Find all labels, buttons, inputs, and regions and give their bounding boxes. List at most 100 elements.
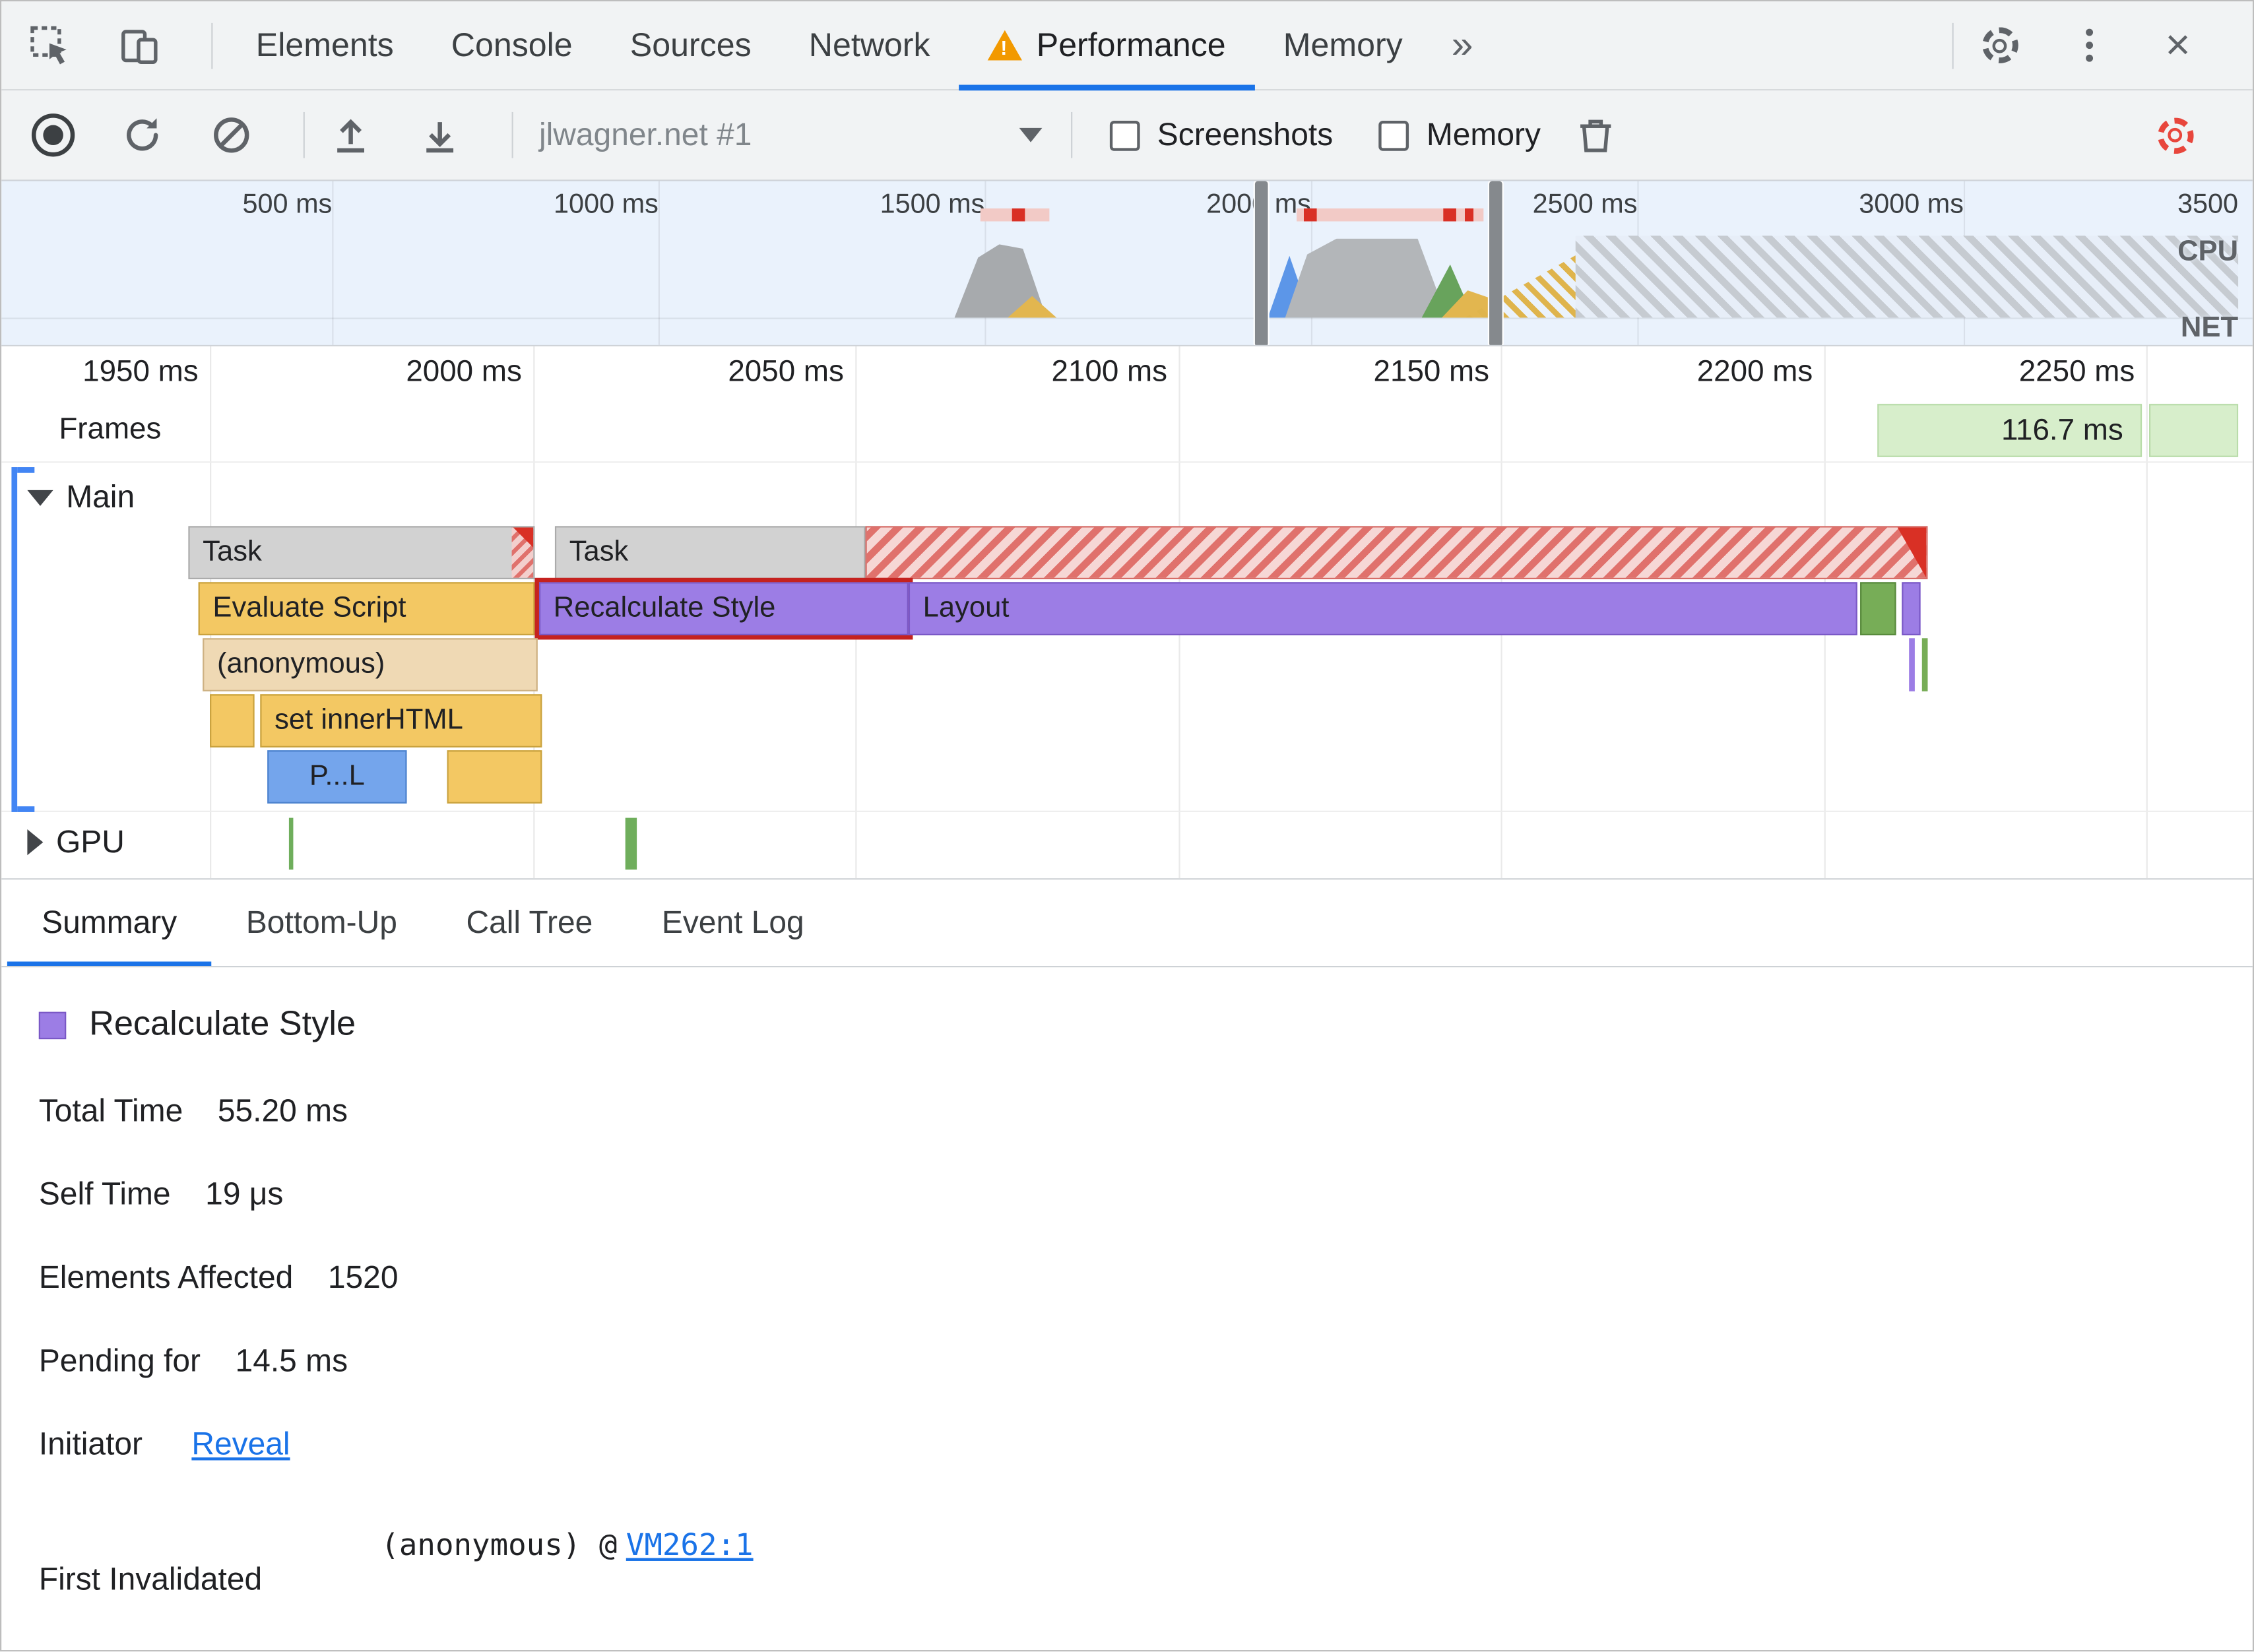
anonymous-call-bar[interactable]: (anonymous) (203, 638, 538, 691)
memory-toggle[interactable]: Memory (1378, 116, 1541, 154)
capture-settings-gear-icon (2156, 117, 2193, 154)
overview-tick: 2000 ms (1206, 189, 1311, 220)
ruler-tick: 1950 ms (82, 355, 199, 389)
profile-select-value: jlwagner.net #1 (538, 116, 752, 152)
tab-event-log[interactable]: Event Log (628, 879, 839, 966)
tab-label: Event Log (661, 904, 804, 940)
record-button[interactable] (22, 101, 85, 170)
tab-console[interactable]: Console (422, 1, 601, 90)
bar-label: Task (569, 536, 629, 568)
flame-chart[interactable]: 1950 ms 2000 ms 2050 ms 2100 ms 2150 ms … (1, 346, 2253, 879)
chevron-down-icon (1019, 127, 1043, 143)
gear-icon (1981, 27, 2018, 63)
inspect-element-button[interactable] (18, 11, 82, 80)
row-label: First Invalidated (38, 1560, 263, 1597)
cpu-hatch-gray (1575, 236, 2239, 318)
main-track-label: Main (66, 478, 135, 515)
bar-label: set innerHTML (274, 704, 463, 736)
layout-bar[interactable]: Layout (908, 582, 1857, 635)
ruler-tick: 2200 ms (1696, 355, 1813, 389)
selection-handle-right[interactable] (1489, 181, 1502, 345)
tab-elements[interactable]: Elements (227, 1, 422, 90)
gridline (332, 181, 334, 345)
tab-network[interactable]: Network (780, 1, 959, 90)
screenshots-label: Screenshots (1157, 116, 1334, 152)
main-menu-button[interactable] (2057, 11, 2121, 80)
row-value: 1520 (327, 1259, 399, 1295)
close-devtools-button[interactable]: × (2146, 11, 2210, 80)
task-bar[interactable]: Task (554, 526, 866, 579)
task-bar[interactable]: Task (188, 526, 535, 579)
gpu-track-label: GPU (55, 823, 125, 860)
summary-row-first-invalidated: First Invalidated (anonymous) @ VM262:1 (39, 1528, 2253, 1596)
tab-label: Performance (1036, 26, 1226, 63)
parse-html-bar[interactable]: P...L (267, 750, 407, 804)
tab-performance[interactable]: ! Performance (959, 1, 1254, 90)
separator (511, 111, 513, 158)
device-toolbar-icon (121, 29, 158, 63)
tab-sources[interactable]: Sources (601, 1, 780, 90)
bar-label: Recalculate Style (553, 592, 776, 624)
source-location-link[interactable]: VM262:1 (626, 1528, 754, 1562)
overview-tick: 3500 (2177, 189, 2239, 220)
capture-settings-button[interactable] (2143, 101, 2206, 170)
separator (211, 22, 213, 69)
tab-label: Summary (42, 904, 177, 940)
gpu-activity-bar[interactable] (625, 817, 637, 870)
screenshots-toggle[interactable]: Screenshots (1109, 116, 1334, 154)
frame-duration-bar[interactable] (2149, 404, 2239, 457)
details-tab-bar: Summary Bottom-Up Call Tree Event Log (1, 878, 2253, 968)
cpu-net-divider (1, 317, 2253, 319)
reveal-link[interactable]: Reveal (191, 1426, 290, 1461)
script-bar-small[interactable] (210, 694, 255, 747)
recalculate-style-bar-selected[interactable]: Recalculate Style (534, 577, 913, 640)
gpu-activity-bar[interactable] (288, 817, 294, 870)
row-label: Initiator (38, 1426, 143, 1462)
frame-duration-bar[interactable]: 116.7 ms (1877, 404, 2142, 457)
record-icon (31, 113, 75, 157)
selection-handle-left[interactable] (1254, 181, 1268, 345)
long-task-bar[interactable] (865, 526, 1928, 579)
set-innerhtml-bar[interactable]: set innerHTML (260, 694, 542, 747)
tab-memory[interactable]: Memory (1254, 1, 1431, 90)
evaluate-script-bar[interactable]: Evaluate Script (198, 582, 535, 635)
main-track-header[interactable]: Main (27, 478, 135, 516)
inspect-cursor-icon (30, 25, 67, 64)
sliver-bar[interactable] (1921, 638, 1928, 691)
separator (1952, 22, 1954, 69)
ruler-tick: 2250 ms (2018, 355, 2135, 389)
row-value: 55.20 ms (217, 1092, 348, 1129)
overview-tick: 1500 ms (880, 189, 985, 220)
longtask-corner-icon (1897, 527, 1927, 578)
garbage-collect-button[interactable] (1564, 101, 1627, 170)
load-profile-button[interactable] (319, 101, 383, 170)
separator (1071, 111, 1073, 158)
bar-label: Evaluate Script (212, 592, 406, 624)
timeline-overview[interactable]: 500 ms 1000 ms 1500 ms 2000 ms 2500 ms 3… (1, 181, 2253, 347)
tab-bottom-up[interactable]: Bottom-Up (212, 879, 432, 966)
profile-select[interactable]: jlwagner.net #1 (528, 116, 1057, 154)
trash-icon (1580, 119, 1611, 152)
settings-button[interactable] (1968, 11, 2032, 80)
event-color-swatch (38, 1011, 67, 1039)
tab-label: Memory (1283, 26, 1403, 63)
more-tabs-button[interactable]: » (1431, 23, 1493, 68)
clear-button[interactable] (200, 101, 263, 170)
sliver-bar[interactable] (1909, 638, 1915, 691)
save-profile-button[interactable] (408, 101, 472, 170)
style-bar-small[interactable] (1902, 582, 1921, 635)
screenshots-checkbox[interactable] (1109, 119, 1140, 150)
device-toolbar-button[interactable] (108, 11, 171, 80)
tab-summary[interactable]: Summary (7, 879, 212, 967)
overview-tick: 1000 ms (554, 189, 659, 220)
script-bar-small[interactable] (447, 750, 542, 804)
cpu-hatch-yellow (1464, 253, 1580, 318)
gpu-track-header[interactable]: GPU (27, 823, 125, 861)
upload-icon (337, 119, 365, 153)
devtools-tab-bar: Elements Console Sources Network ! Perfo… (1, 1, 2253, 91)
tab-call-tree[interactable]: Call Tree (432, 879, 627, 966)
memory-checkbox[interactable] (1378, 119, 1409, 150)
row-value: 19 μs (205, 1176, 284, 1212)
reload-and-record-button[interactable] (111, 101, 174, 170)
paint-bar[interactable] (1860, 582, 1896, 635)
